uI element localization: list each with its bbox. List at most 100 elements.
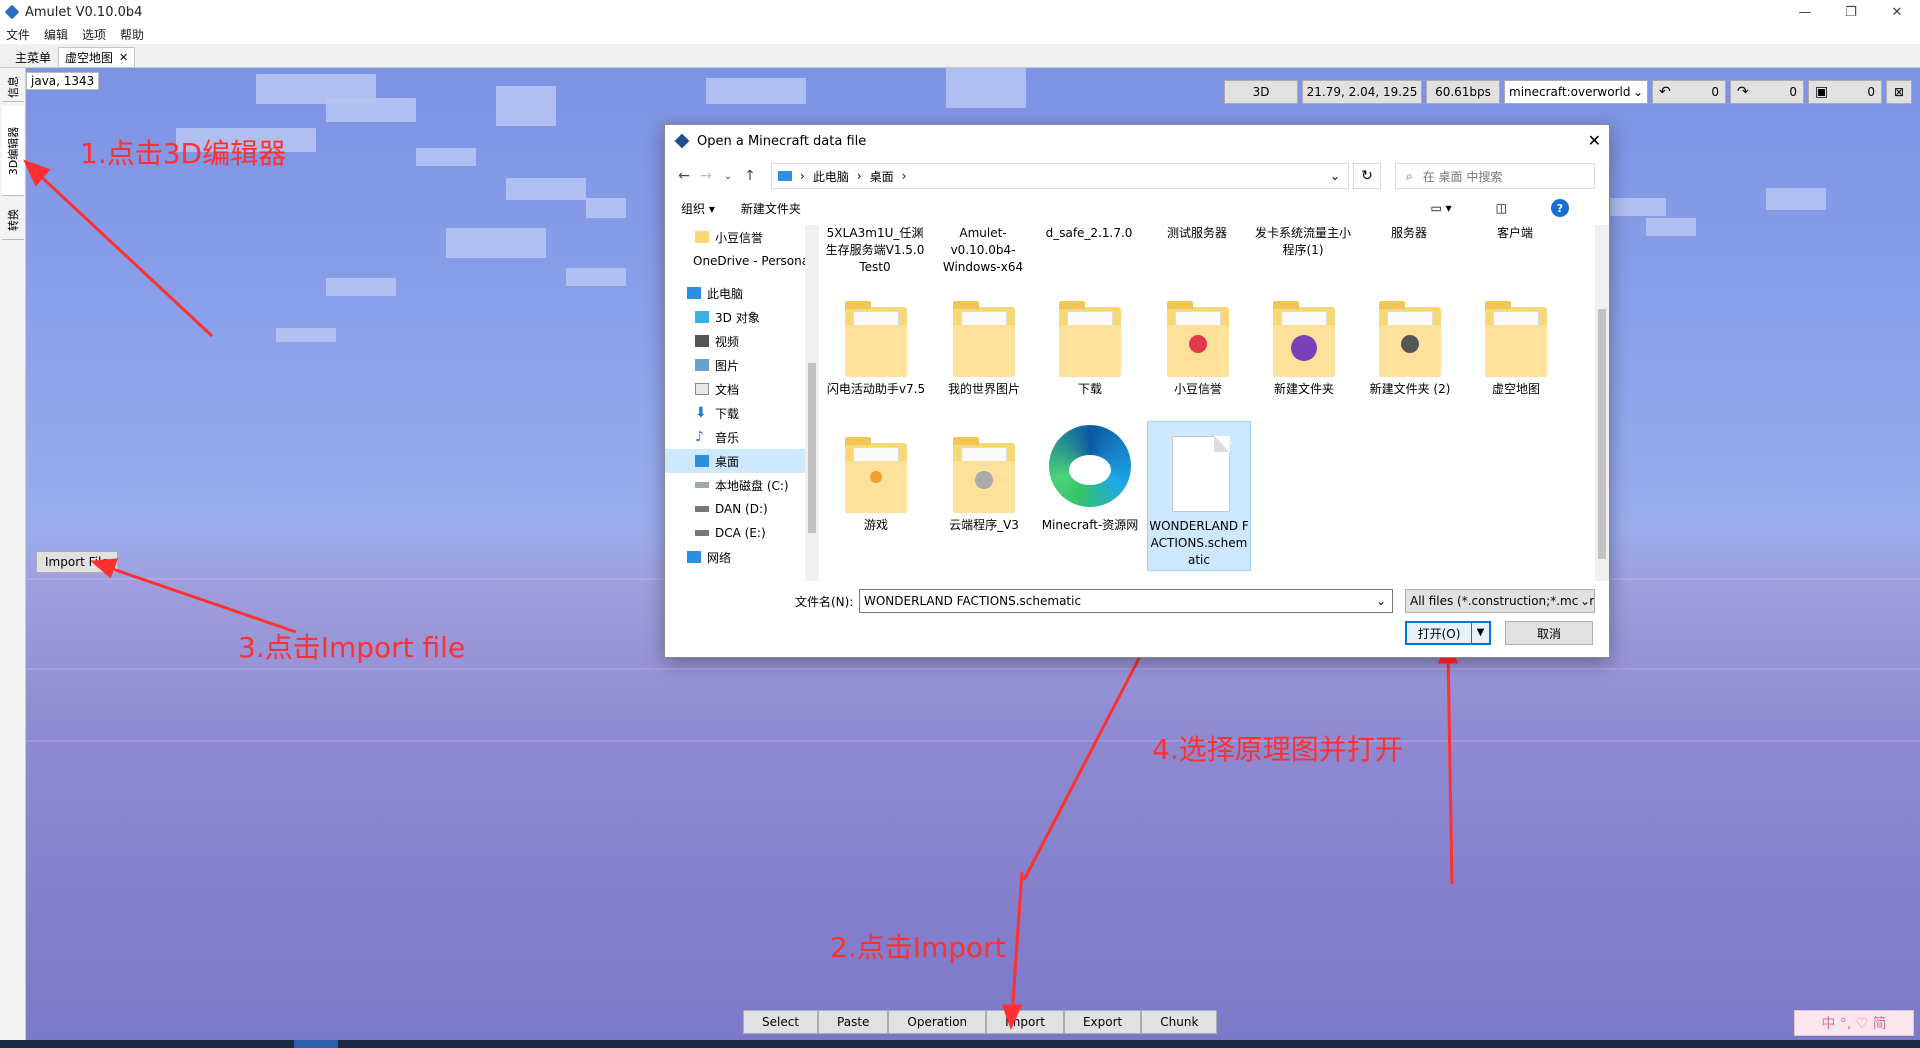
search-icon: ⌕ — [1406, 168, 1413, 183]
folder-tile[interactable]: 闪电活动助手v7.5 — [825, 285, 929, 435]
file-item[interactable]: Amulet-v0.10.0b4-Windows-x64 — [933, 225, 1033, 276]
nav-item[interactable]: 小豆信誉 — [665, 225, 805, 249]
folder-tile[interactable]: 游戏 — [825, 421, 929, 571]
title-bar: Amulet V0.10.0b4 — ❐ ✕ — [0, 0, 1920, 24]
close-world-button[interactable]: ⊠ — [1886, 80, 1912, 104]
chevron-down-icon[interactable]: ⌄ — [1376, 594, 1386, 608]
file-item[interactable]: 发卡系统流量主小程序(1) — [1253, 225, 1353, 259]
file-list-scrollbar[interactable] — [1595, 225, 1609, 581]
chunk-button[interactable]: Chunk — [1141, 1010, 1218, 1034]
folder-tile[interactable]: 我的世界图片 — [933, 285, 1037, 435]
nav-item[interactable]: 3D 对象 — [665, 305, 805, 329]
scrollbar-thumb[interactable] — [808, 363, 816, 533]
new-folder-button[interactable]: 新建文件夹 — [741, 200, 801, 217]
taskbar-active-item[interactable] — [294, 1040, 338, 1048]
help-icon[interactable]: ? — [1551, 199, 1569, 217]
nav-item-label: 文档 — [715, 382, 740, 397]
cloud — [416, 148, 476, 166]
cloud — [506, 178, 586, 200]
folder-icon — [845, 437, 907, 513]
sidebar-tab-info[interactable]: 信息 — [2, 72, 24, 102]
folder-tile[interactable]: 虚空地图 — [1465, 285, 1569, 435]
tab-void-map[interactable]: 虚空地图 ✕ — [58, 47, 136, 67]
horizon-line — [26, 740, 1920, 742]
sidebar-tab-label: 3D编辑器 — [7, 126, 20, 175]
breadcrumb-this-pc[interactable]: 此电脑 — [813, 168, 849, 185]
folder-tile[interactable]: 云端程序_V3 — [933, 421, 1037, 571]
forward-icon[interactable]: → — [695, 168, 717, 184]
chevron-down-icon[interactable]: ⌄ — [1330, 169, 1340, 183]
shortcut-tile[interactable]: Minecraft-资源网 — [1039, 421, 1143, 571]
import-button[interactable]: Import — [986, 1010, 1064, 1034]
organize-menu[interactable]: 组织 ▾ — [681, 200, 715, 217]
up-icon[interactable]: ↑ — [739, 168, 761, 184]
nav-item[interactable]: DAN (D:) — [665, 497, 805, 521]
folder-tile[interactable]: 小豆信誉 — [1147, 285, 1251, 435]
dimension-select[interactable]: minecraft:overworld ⌄ — [1504, 80, 1648, 104]
nav-item[interactable]: 视频 — [665, 329, 805, 353]
file-item[interactable]: 客户端 — [1465, 225, 1565, 242]
redo-button[interactable]: ↷ 0 — [1730, 80, 1804, 104]
file-item[interactable]: 测试服务器 — [1147, 225, 1247, 242]
nav-item[interactable]: OneDrive - Personal — [665, 249, 805, 273]
sidebar-tab-convert[interactable]: 转换 — [2, 200, 24, 240]
dialog-close-icon[interactable]: ✕ — [1588, 131, 1601, 150]
open-button[interactable]: 打开(O) ▼ — [1405, 621, 1491, 645]
view-mode-button[interactable]: 3D — [1224, 80, 1298, 104]
save-button[interactable]: ▣ 0 — [1808, 80, 1882, 104]
sidebar-tab-3d-editor[interactable]: 3D编辑器 — [2, 106, 24, 196]
camera-speed-display[interactable]: 60.61bps — [1426, 80, 1500, 104]
import-file-button[interactable]: Import File — [36, 551, 118, 573]
recent-chevron-icon[interactable]: ⌄ — [717, 171, 739, 182]
file-item[interactable]: 服务器 — [1359, 225, 1459, 242]
refresh-button[interactable]: ↻ — [1353, 163, 1381, 189]
tab-main-menu[interactable]: 主菜单 — [8, 47, 58, 67]
app-badge-icon — [1401, 335, 1419, 353]
back-icon[interactable]: ← — [673, 168, 695, 184]
undo-button[interactable]: ↶ 0 — [1652, 80, 1726, 104]
select-button[interactable]: Select — [743, 1010, 819, 1034]
annotation-step1: 1.点击3D编辑器 — [80, 137, 287, 170]
view-mode-icon[interactable]: ▭ ▾ — [1430, 201, 1451, 215]
folder-tile[interactable]: 新建文件夹 (2) — [1359, 285, 1463, 435]
nav-item[interactable]: ♪ 音乐 — [665, 425, 805, 449]
file-item[interactable]: d_safe_2.1.7.0 — [1039, 225, 1139, 242]
camera-position-display[interactable]: 21.79, 2.04, 19.25 — [1302, 80, 1422, 104]
file-type-filter[interactable]: All files (*.construction;*.mcstructure;… — [1405, 589, 1595, 613]
nav-item[interactable]: 文档 — [665, 377, 805, 401]
filename-input[interactable]: WONDERLAND FACTIONS.schematic ⌄ — [859, 589, 1393, 613]
nav-item[interactable]: DCA (E:) — [665, 521, 805, 545]
nav-item[interactable]: ⬇ 下载 — [665, 401, 805, 425]
nav-item-desktop[interactable]: 桌面 — [665, 449, 805, 473]
tab-close-icon[interactable]: ✕ — [119, 51, 128, 64]
preview-pane-icon[interactable]: ◫ — [1496, 201, 1507, 215]
nav-item[interactable]: 图片 — [665, 353, 805, 377]
nav-item[interactable]: 此电脑 — [665, 281, 805, 305]
menu-help[interactable]: 帮助 — [120, 26, 144, 43]
scrollbar-thumb[interactable] — [1598, 309, 1606, 559]
paste-button[interactable]: Paste — [818, 1010, 889, 1034]
open-dropdown-icon[interactable]: ▼ — [1471, 623, 1489, 643]
sidebar-tab-label: 转换 — [7, 208, 20, 231]
menu-file[interactable]: 文件 — [6, 26, 30, 43]
menu-edit[interactable]: 编辑 — [44, 26, 68, 43]
search-input[interactable]: ⌕ 在 桌面 中搜索 — [1395, 163, 1595, 189]
file-item[interactable]: 5XLA3m1U_任渊生存服务端V1.5.0 Test0 — [825, 225, 925, 276]
selected-file-tile[interactable]: WONDERLAND FACTIONS.schematic — [1147, 421, 1251, 571]
ime-indicator[interactable]: 中 °, ♡ 简 — [1794, 1010, 1914, 1036]
cancel-button[interactable]: 取消 — [1505, 621, 1593, 645]
maximize-button[interactable]: ❐ — [1828, 0, 1874, 24]
filename-label: 文件名(N): — [795, 595, 854, 609]
address-bar[interactable]: › 此电脑 › 桌面 › ⌄ — [771, 163, 1349, 189]
folder-tile[interactable]: 下载 — [1039, 285, 1143, 435]
nav-item[interactable]: 本地磁盘 (C:) — [665, 473, 805, 497]
close-button[interactable]: ✕ — [1874, 0, 1920, 24]
nav-pane-scrollbar[interactable] — [805, 225, 819, 581]
minimize-button[interactable]: — — [1782, 0, 1828, 24]
folder-tile[interactable]: 新建文件夹 — [1253, 285, 1357, 435]
breadcrumb-desktop[interactable]: 桌面 — [870, 168, 894, 185]
operation-button[interactable]: Operation — [888, 1010, 987, 1034]
export-button[interactable]: Export — [1063, 1010, 1142, 1034]
nav-item[interactable]: 网络 — [665, 545, 805, 569]
menu-options[interactable]: 选项 — [82, 26, 106, 43]
